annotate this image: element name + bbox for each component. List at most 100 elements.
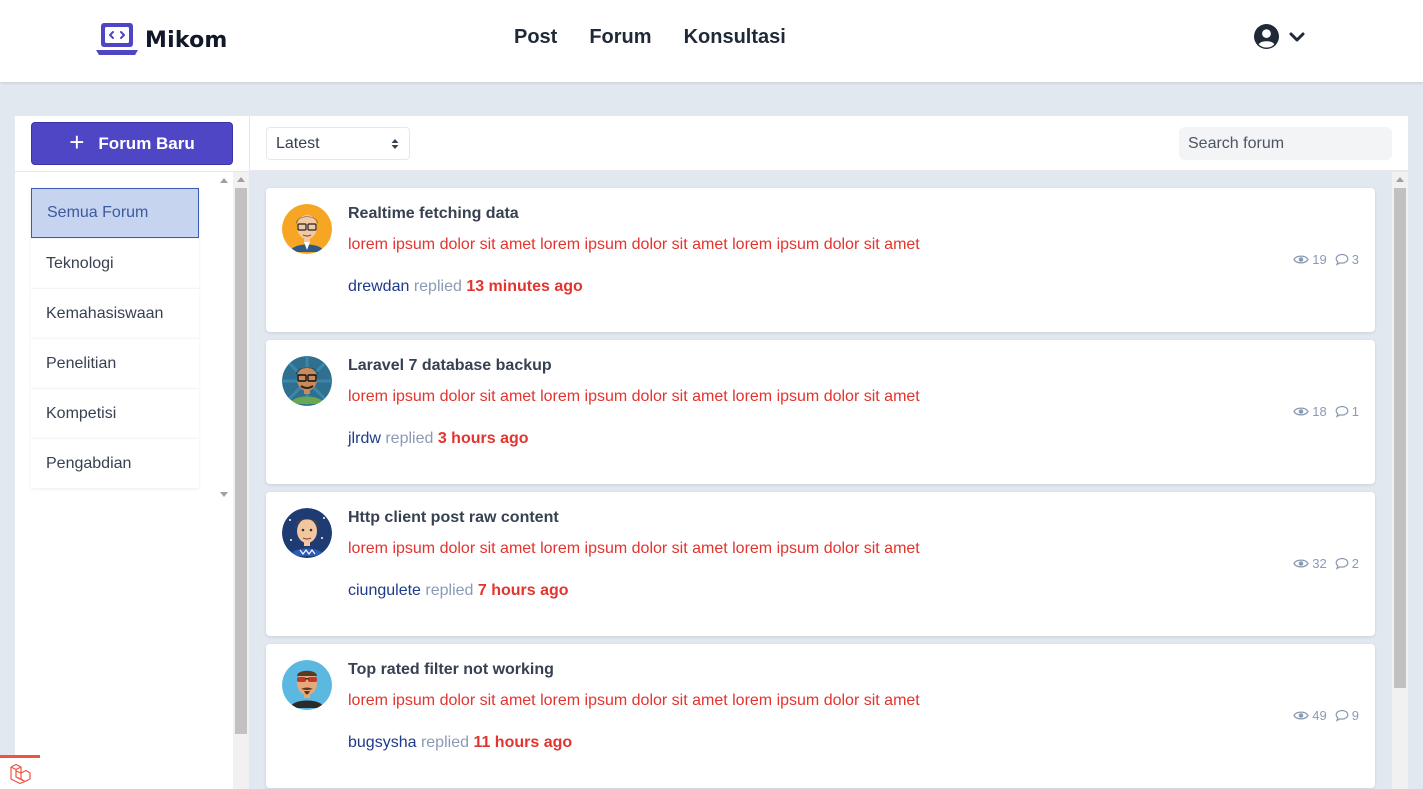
thread-meta: drewdan replied 13 minutes ago — [348, 278, 583, 296]
nav-konsultasi[interactable]: Konsultasi — [684, 26, 786, 49]
avatar — [282, 660, 332, 710]
comment-icon — [1335, 557, 1349, 570]
comment-icon — [1335, 253, 1349, 266]
nav-forum[interactable]: Forum — [589, 26, 651, 49]
new-forum-label: Forum Baru — [98, 133, 195, 153]
chevron-down-icon — [1289, 32, 1305, 41]
comment-count: 3 — [1335, 252, 1359, 267]
thread-reply-user[interactable]: jlrdw — [348, 430, 381, 447]
new-forum-button[interactable]: + Forum Baru — [31, 122, 233, 165]
avatar — [282, 204, 332, 254]
thread-meta: bugsysha replied 11 hours ago — [348, 734, 572, 752]
comment-count-value: 2 — [1351, 556, 1359, 571]
avatar — [282, 356, 332, 406]
thread-title[interactable]: Laravel 7 database backup — [348, 357, 552, 375]
category-item-pengabdian[interactable]: Pengabdian — [31, 438, 199, 488]
category-item-kompetisi[interactable]: Kompetisi — [31, 388, 199, 438]
category-item-semua-forum[interactable]: Semua Forum — [31, 188, 199, 238]
thread-stats: 18 1 — [1293, 404, 1359, 419]
brand-name: Mikom — [145, 27, 228, 53]
thread-reply-verb: replied — [413, 278, 462, 295]
nav-post[interactable]: Post — [514, 26, 557, 49]
category-list: Semua Forum Teknologi Kemahasiswaan Pene… — [31, 188, 199, 488]
view-count-value: 18 — [1312, 404, 1327, 419]
category-item-kemahasiswaan[interactable]: Kemahasiswaan — [31, 288, 199, 338]
plus-icon: + — [69, 127, 85, 157]
thread-excerpt: lorem ipsum dolor sit amet lorem ipsum d… — [348, 692, 920, 709]
sort-select[interactable]: Latest — [266, 127, 410, 160]
sidebar-scrollbar[interactable] — [233, 172, 249, 789]
thread-title[interactable]: Http client post raw content — [348, 509, 559, 527]
view-count: 32 — [1293, 556, 1327, 571]
comment-count: 2 — [1335, 556, 1359, 571]
avatar — [282, 508, 332, 558]
laptop-code-logo-icon — [96, 23, 138, 55]
user-menu[interactable] — [1254, 24, 1305, 49]
view-count-value: 49 — [1312, 708, 1327, 723]
comment-count: 1 — [1335, 404, 1359, 419]
thread-excerpt: lorem ipsum dolor sit amet lorem ipsum d… — [348, 540, 920, 557]
forum-main: Latest Realt — [250, 116, 1408, 789]
thread-reply-time: 7 hours ago — [477, 582, 569, 599]
thread-card[interactable]: Top rated filter not working lorem ipsum… — [266, 644, 1375, 788]
search-input[interactable] — [1179, 127, 1392, 160]
thread-stats: 19 3 — [1293, 252, 1359, 267]
thread-reply-user[interactable]: bugsysha — [348, 734, 417, 751]
sidebar-scrollbar-thumb[interactable] — [235, 188, 247, 734]
thread-title[interactable]: Top rated filter not working — [348, 661, 554, 679]
forum-toolbar: Latest — [250, 116, 1408, 171]
thread-reply-verb: replied — [425, 582, 474, 599]
scroll-up-arrow-icon[interactable] — [1396, 177, 1404, 182]
thread-card[interactable]: Laravel 7 database backup lorem ipsum do… — [266, 340, 1375, 484]
thread-list: Realtime fetching data lorem ipsum dolor… — [250, 172, 1408, 789]
category-list-scrollbar[interactable] — [217, 174, 231, 504]
thread-card[interactable]: Realtime fetching data lorem ipsum dolor… — [266, 188, 1375, 332]
comment-count: 9 — [1335, 708, 1359, 723]
thread-meta: ciungulete replied 7 hours ago — [348, 582, 569, 600]
category-item-penelitian[interactable]: Penelitian — [31, 338, 199, 388]
thread-stats: 32 2 — [1293, 556, 1359, 571]
user-circle-icon — [1254, 24, 1279, 49]
eye-icon — [1293, 255, 1310, 264]
sort-select-value: Latest — [276, 134, 320, 152]
scroll-down-arrow-icon[interactable] — [220, 492, 228, 497]
thread-reply-user[interactable]: drewdan — [348, 278, 409, 295]
thread-reply-user[interactable]: ciungulete — [348, 582, 421, 599]
main-nav: Post Forum Konsultasi — [514, 26, 786, 49]
thread-list-scrollbar[interactable] — [1392, 172, 1408, 789]
select-caret-icon — [391, 139, 399, 149]
view-count: 19 — [1293, 252, 1327, 267]
thread-card[interactable]: Http client post raw content lorem ipsum… — [266, 492, 1375, 636]
comment-count-value: 9 — [1351, 708, 1359, 723]
view-count-value: 32 — [1312, 556, 1327, 571]
category-sidebar: + Forum Baru Semua Forum Teknologi Kemah… — [15, 116, 249, 789]
thread-stats: 49 9 — [1293, 708, 1359, 723]
thread-reply-verb: replied — [420, 734, 469, 751]
thread-reply-verb: replied — [385, 430, 434, 447]
thread-excerpt: lorem ipsum dolor sit amet lorem ipsum d… — [348, 236, 920, 253]
comment-icon — [1335, 709, 1349, 722]
comment-icon — [1335, 405, 1349, 418]
top-navbar: Mikom Post Forum Konsultasi — [0, 0, 1423, 82]
laravel-debug-badge[interactable] — [0, 755, 40, 789]
thread-reply-time: 3 hours ago — [437, 430, 529, 447]
eye-icon — [1293, 711, 1310, 720]
thread-reply-time: 13 minutes ago — [466, 278, 583, 295]
thread-list-scrollbar-thumb[interactable] — [1394, 188, 1406, 688]
brand-logo[interactable]: Mikom — [95, 22, 228, 58]
scroll-up-arrow-icon[interactable] — [237, 177, 245, 182]
laravel-icon — [10, 763, 31, 784]
thread-title[interactable]: Realtime fetching data — [348, 205, 519, 223]
thread-excerpt: lorem ipsum dolor sit amet lorem ipsum d… — [348, 388, 920, 405]
sidebar-divider — [15, 171, 249, 172]
eye-icon — [1293, 559, 1310, 568]
comment-count-value: 1 — [1351, 404, 1359, 419]
category-item-teknologi[interactable]: Teknologi — [31, 238, 199, 288]
thread-meta: jlrdw replied 3 hours ago — [348, 430, 529, 448]
view-count: 18 — [1293, 404, 1327, 419]
scroll-up-arrow-icon[interactable] — [220, 178, 228, 183]
view-count: 49 — [1293, 708, 1327, 723]
thread-reply-time: 11 hours ago — [473, 734, 573, 751]
comment-count-value: 3 — [1351, 252, 1359, 267]
view-count-value: 19 — [1312, 252, 1327, 267]
